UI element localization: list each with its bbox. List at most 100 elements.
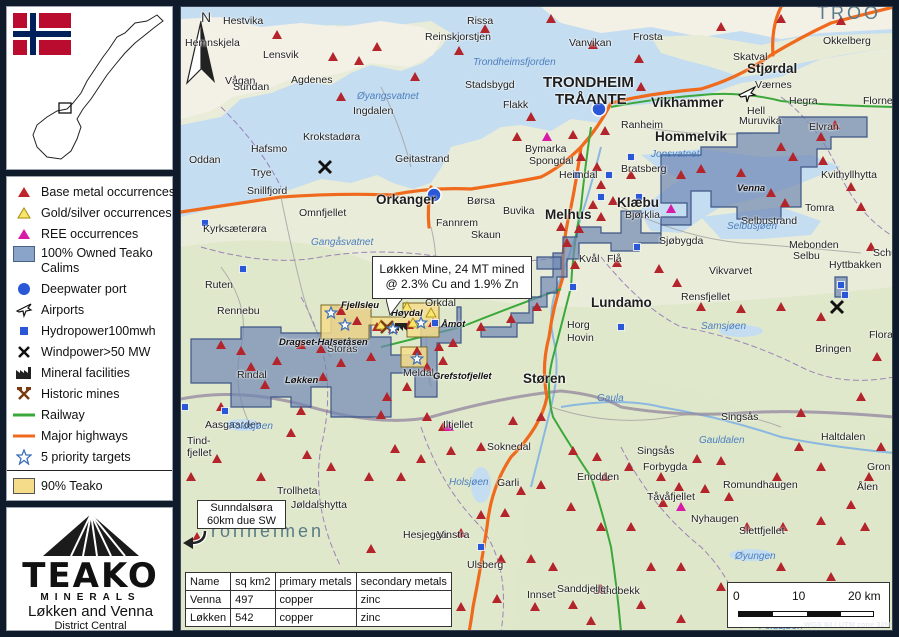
- legend-item: Airports: [13, 299, 166, 320]
- hydropower-icon: [841, 291, 849, 299]
- main-map[interactable]: N Hestvika Hemnskjela Lensvik Vågan Sundan Ag…: [180, 6, 893, 631]
- place-label: Trye: [251, 167, 272, 179]
- place-label: Elvran: [809, 121, 839, 133]
- hydropower-icon: [221, 407, 229, 415]
- place-label: Singsås: [721, 411, 759, 423]
- scale-label-0: 0: [733, 589, 740, 603]
- water-label: Foldsjøen: [229, 421, 273, 432]
- place-label: Ålen: [857, 481, 879, 493]
- hydropower-icon: [837, 281, 845, 289]
- place-label: Klæbu: [617, 195, 659, 210]
- legend-item: REE occurrences: [13, 223, 166, 244]
- blue-circle-icon: [13, 281, 35, 297]
- place-label: Horg: [567, 319, 590, 331]
- place-label: Innset: [527, 589, 556, 601]
- place-label: Rindal: [237, 369, 267, 381]
- place-label: Ranheim: [621, 119, 664, 131]
- place-label: Omnfjellet: [299, 207, 347, 219]
- legend-label: Major highways: [41, 428, 128, 443]
- place-label: Vikhammer: [651, 95, 724, 110]
- star-icon: [13, 448, 35, 465]
- legend-item: 5 priority targets: [13, 446, 166, 467]
- table-cell: copper: [274, 608, 357, 627]
- legend-item: Railway: [13, 404, 166, 425]
- hydropower-icon: [431, 319, 439, 327]
- region-label: TROO: [817, 6, 881, 23]
- place-label: Okkelberg: [823, 35, 871, 47]
- water-label: Gauldalen: [699, 435, 745, 446]
- magenta-triangle-icon: [13, 226, 35, 242]
- table-header: primary metals: [274, 572, 357, 591]
- place-label: Forbygda: [643, 461, 688, 473]
- sunndalsora-line-2: 60km due SW: [206, 515, 277, 527]
- target-area-label: Dragset-Halsetåsen: [279, 337, 368, 348]
- place-label: Muruvika: [739, 115, 782, 127]
- place-label: Vinstra: [437, 529, 470, 541]
- legend-label: Base metal occurrences: [41, 184, 176, 199]
- target-area-label: Løkken: [285, 375, 319, 386]
- place-label: Enodden: [577, 471, 620, 483]
- legend-item: Hydropower100mwh: [13, 320, 166, 341]
- place-label: Gron: [867, 461, 891, 473]
- claims-table: Name sq km2 primary metals secondary metals…: [184, 572, 452, 627]
- hydropower-icon: [181, 403, 189, 411]
- place-label: Skaun: [471, 229, 501, 241]
- place-label: Skatval: [733, 51, 768, 63]
- place-label: Rissa: [467, 15, 494, 27]
- lokken-mine-callout: Løkken Mine, 24 MT mined @ 2.3% Cu and 1…: [372, 256, 532, 299]
- place-label: Sjøbygda: [659, 235, 704, 247]
- logo-wordmark: TEAKO: [22, 556, 159, 596]
- place-label: Tomra: [805, 202, 835, 214]
- place-label: Singsås: [637, 445, 675, 457]
- place-label: Snillfjord: [247, 185, 288, 197]
- place-label: Hovin: [567, 332, 594, 344]
- place-label: Spongdal: [529, 155, 574, 167]
- legend-label: Railway: [41, 407, 85, 422]
- place-label: Vikvarvet: [709, 265, 752, 277]
- place-label: Orkanger: [376, 192, 437, 207]
- place-label: Trollheta: [277, 485, 318, 497]
- place-label: Sanddjellet: [557, 583, 609, 595]
- scale-bar-track: [738, 611, 874, 617]
- place-label: Iltjellet: [443, 419, 473, 431]
- place-label: Reinskjorstjen: [425, 31, 491, 43]
- place-label: Bringen: [815, 343, 852, 355]
- cross-icon: [13, 344, 35, 360]
- yellow-box-icon: [13, 477, 35, 494]
- place-label: Hommelvik: [655, 129, 728, 144]
- water-label: Trondheimsfjorden: [473, 57, 556, 68]
- target-area-label: Åmot: [441, 319, 466, 330]
- orange-line-icon: [13, 428, 35, 444]
- place-label: Frosta: [633, 31, 663, 43]
- legend-label: 5 priority targets: [41, 449, 131, 464]
- water-label: Gaula: [597, 393, 624, 404]
- company-logo: TEAKO MINERALS Løkken and Venna District…: [6, 507, 173, 632]
- legend-label: Hydropower100mwh: [41, 323, 156, 338]
- place-label: Meldal: [403, 367, 434, 379]
- place-label: fjellet: [187, 447, 212, 459]
- crs-label: WGS 84 / UTM zone 32N: [804, 620, 890, 629]
- red-triangle-icon: [13, 184, 35, 200]
- place-label: Kyrksæterøra: [203, 223, 267, 235]
- place-label: Rensfjellet: [681, 291, 731, 303]
- target-area-label: Venna: [737, 183, 766, 194]
- blue-polygon-icon: [13, 246, 35, 262]
- place-label: Hafsmo: [251, 143, 288, 155]
- green-line-icon: [13, 407, 35, 423]
- legend-label: Windpower>50 MW: [41, 344, 151, 359]
- place-label: Bratsberg: [621, 163, 667, 175]
- owned-claim-polygon: [536, 256, 562, 270]
- legend-label: Historic mines: [41, 386, 120, 401]
- legend-label: Airports: [41, 302, 85, 317]
- water-label: Gangåsvatnet: [311, 237, 374, 248]
- legend-item: Historic mines: [13, 383, 166, 404]
- place-label: Schul: [873, 247, 892, 259]
- callout-line-1: Løkken Mine, 24 MT mined: [379, 262, 525, 276]
- place-label: Heimdal: [559, 169, 598, 181]
- place-label: Melhus: [545, 207, 592, 222]
- hydropower-icon: [477, 543, 485, 551]
- table-cell: zinc: [355, 608, 452, 627]
- place-label: Garli: [497, 477, 520, 489]
- legend-item-teako90: 90% Teako: [13, 475, 166, 496]
- hydropower-icon: [617, 323, 625, 331]
